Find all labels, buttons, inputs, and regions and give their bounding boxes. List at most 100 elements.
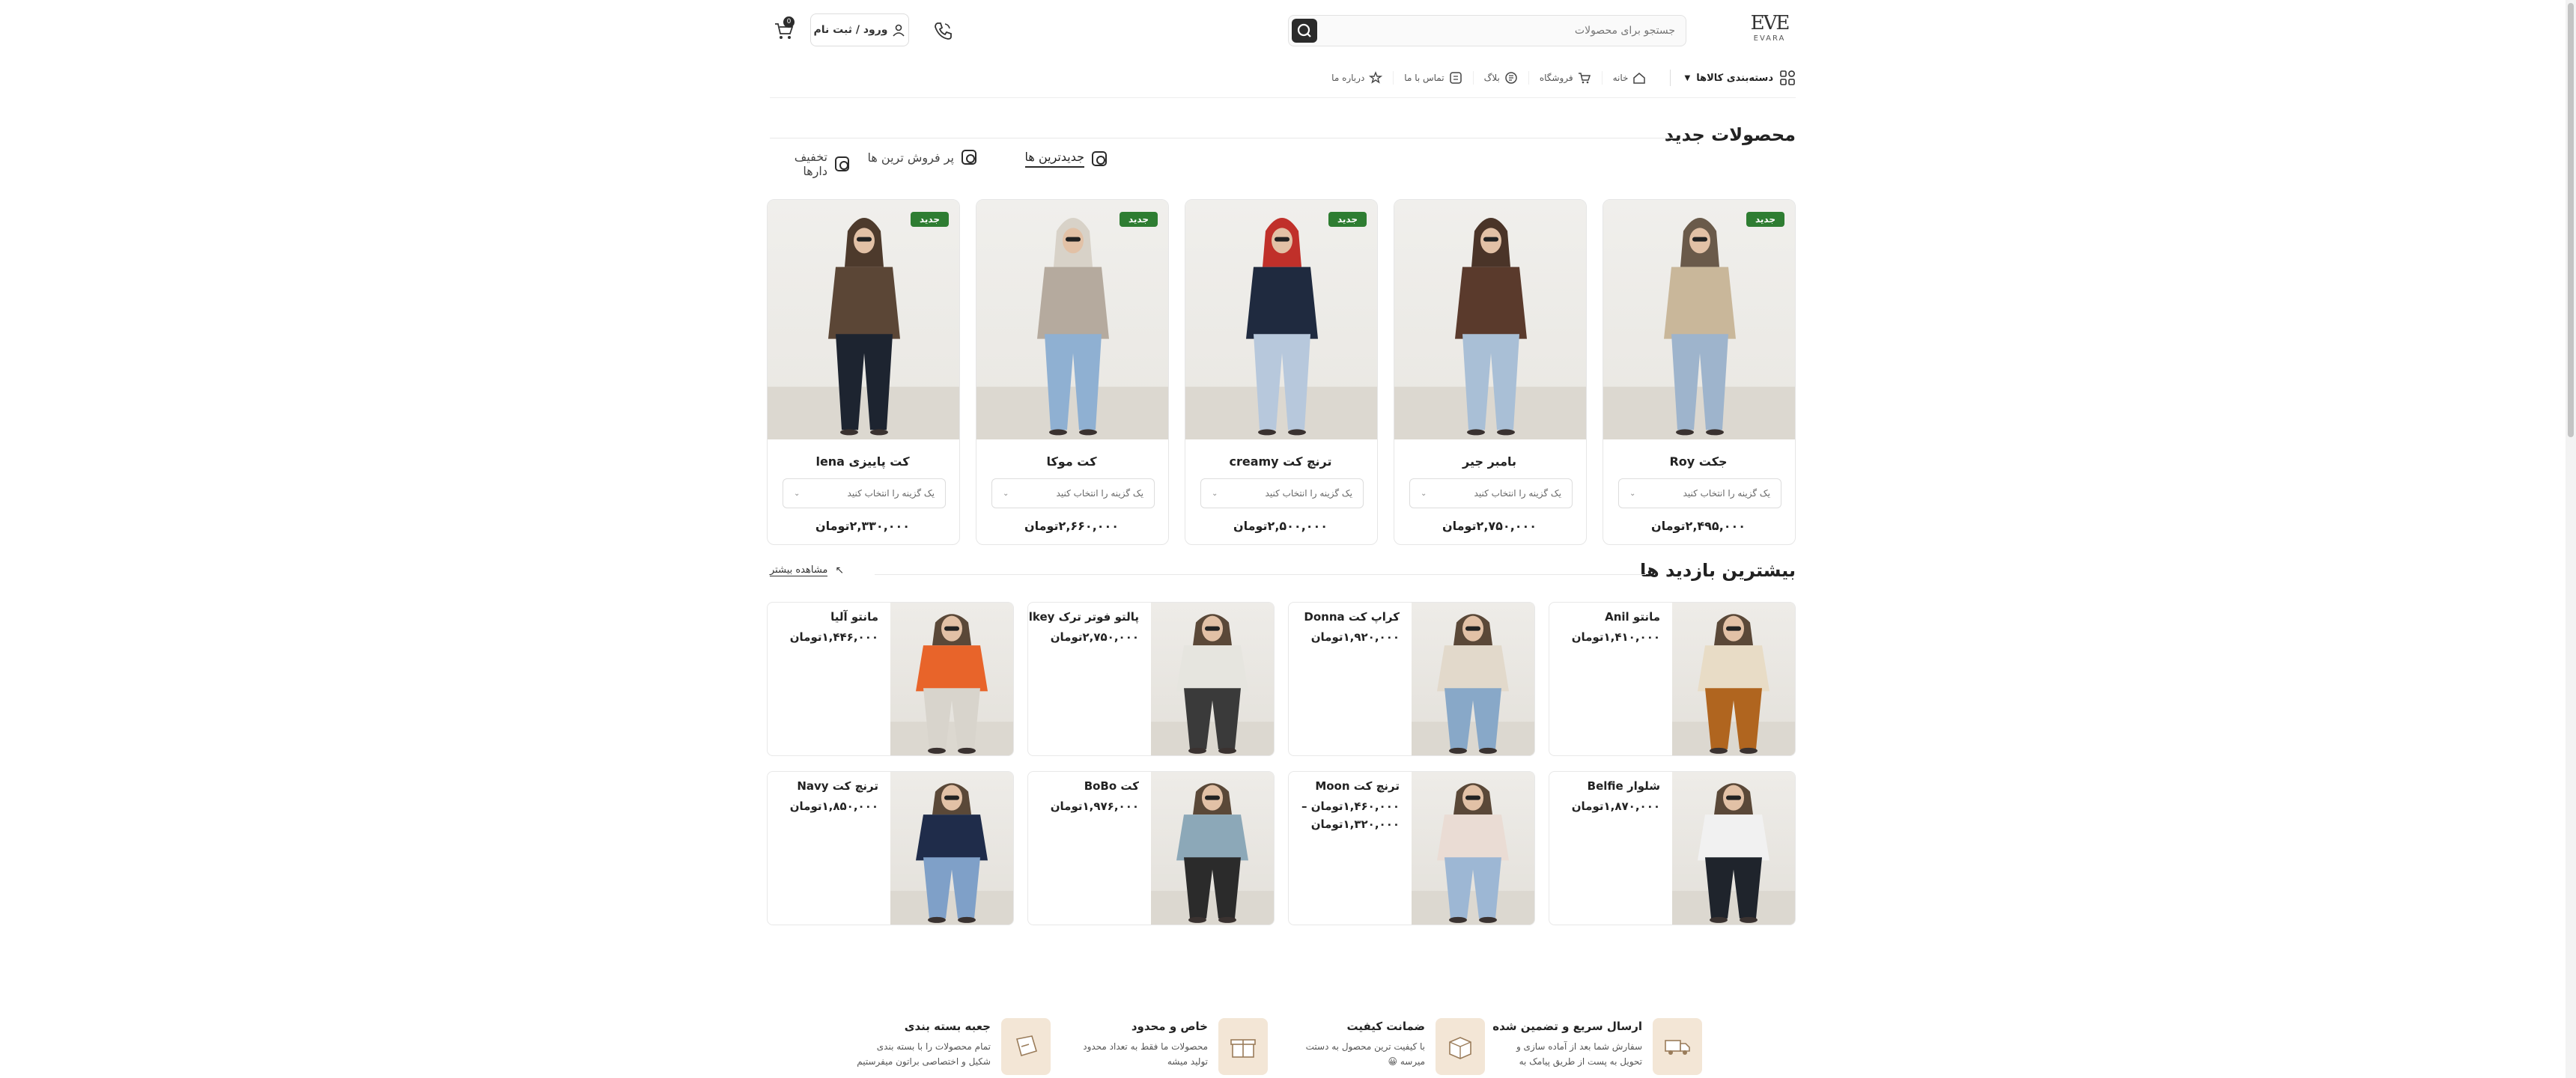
product-name[interactable]: جکت Roy — [1603, 454, 1795, 469]
product-name[interactable]: کت BoBo — [1084, 779, 1139, 793]
site-header: EVE EVARA ورود / ثبت نام 0 — [770, 9, 1796, 51]
product-card[interactable]: جدید کت پاییزی lena یک گزینه را انتخاب ک… — [767, 199, 960, 545]
product-image[interactable] — [1151, 772, 1274, 925]
product-price: ۱,۹۷۶,۰۰۰تومان — [1051, 797, 1139, 815]
variant-select[interactable]: یک گزینه را انتخاب کنید ⌄ — [1618, 478, 1781, 508]
new-badge: جدید — [1119, 212, 1158, 227]
product-name[interactable]: ترنچ کت Navy — [797, 779, 878, 793]
product-card[interactable]: بامبر جیر یک گزینه را انتخاب کنید ⌄ ۲,۷۵… — [1394, 199, 1587, 545]
product-image[interactable] — [976, 200, 1168, 439]
product-name[interactable]: کراپ کت Donna — [1304, 610, 1400, 624]
most-viewed-card[interactable]: کراپ کت Donna ۱,۹۲۰,۰۰۰تومان — [1288, 602, 1535, 756]
chevron-down-icon: ▼ — [1684, 73, 1691, 82]
product-image[interactable] — [1412, 603, 1534, 755]
product-price: ۲,۷۵۰,۰۰۰تومان — [1051, 628, 1139, 646]
chevron-down-icon: ⌄ — [794, 489, 801, 498]
new-badge: جدید — [1746, 212, 1784, 227]
product-name[interactable]: ترنچ کت creamy — [1185, 454, 1377, 469]
site-logo[interactable]: EVE EVARA — [1743, 12, 1796, 48]
product-image[interactable] — [1672, 603, 1795, 755]
product-card[interactable]: جدید جکت Roy یک گزینه را انتخاب کنید ⌄ ۲… — [1603, 199, 1796, 545]
nav-item-about[interactable]: درباره ما — [1321, 71, 1393, 85]
categories-menu[interactable]: دسته‌بندی کالاها ▼ — [1670, 70, 1796, 86]
variant-select[interactable]: یک گزینه را انتخاب کنید ⌄ — [991, 478, 1155, 508]
chevron-down-icon: ⌄ — [1003, 489, 1009, 498]
page-scrollbar[interactable] — [2566, 0, 2576, 1078]
tab-discounted[interactable]: تخفیف دارها — [770, 150, 849, 178]
nav-item-blog[interactable]: بلاگ — [1472, 71, 1528, 85]
nav-item-label: بلاگ — [1483, 73, 1500, 83]
product-image[interactable] — [1394, 200, 1586, 439]
most-viewed-card[interactable]: مانتو Anil ۱,۴۱۰,۰۰۰تومان — [1549, 602, 1796, 756]
most-viewed-card[interactable]: کت BoBo ۱,۹۷۶,۰۰۰تومان — [1027, 771, 1275, 925]
feature-icon-box — [1436, 1018, 1485, 1075]
product-name[interactable]: بامبر جیر — [1394, 454, 1586, 469]
chevron-down-icon: ⌄ — [1212, 489, 1218, 498]
search-icon — [1297, 23, 1311, 37]
chevron-down-icon: ⌄ — [1629, 489, 1636, 498]
new-products-title: محصولات جدید — [1664, 124, 1796, 145]
price-line: ۱,۹۷۶,۰۰۰تومان — [1050, 800, 1139, 813]
product-card[interactable]: جدید ترنچ کت creamy یک گزینه را انتخاب ک… — [1185, 199, 1378, 545]
feature-item: خاص و محدود محصولات ما فقط به تعداد محدو… — [1073, 1015, 1268, 1078]
variant-select[interactable]: یک گزینه را انتخاب کنید ⌄ — [783, 478, 946, 508]
product-name[interactable]: ترنچ کت Moon — [1315, 779, 1400, 793]
product-image[interactable] — [768, 200, 959, 439]
nav-item-contact[interactable]: تماس با ما — [1393, 71, 1472, 85]
variant-select[interactable]: یک گزینه را انتخاب کنید ⌄ — [1200, 478, 1364, 508]
cart-button[interactable]: 0 — [770, 16, 795, 42]
search-button[interactable] — [1292, 19, 1317, 43]
feature-desc: سفارش شما بعد از آماده سازی و تحویل به پ… — [1516, 1041, 1642, 1067]
product-name[interactable]: پالتو فوتر ترک Milkey — [1028, 610, 1139, 624]
nav-item-shop[interactable]: فروشگاه — [1528, 71, 1602, 85]
select-placeholder: یک گزینه را انتخاب کنید — [1056, 488, 1143, 499]
product-image[interactable] — [1185, 200, 1377, 439]
tab-bestsellers[interactable]: پر فروش ترین ها — [868, 150, 976, 165]
feature-icon-box — [1001, 1018, 1051, 1075]
home-icon — [1633, 73, 1646, 84]
product-price: ۱,۴۱۰,۰۰۰تومان — [1572, 628, 1660, 646]
logo-mark: EVE — [1750, 12, 1790, 34]
most-viewed-card[interactable]: پالتو فوتر ترک Milkey ۲,۷۵۰,۰۰۰تومان — [1027, 602, 1275, 756]
product-name[interactable]: مانتو Anil — [1605, 610, 1660, 624]
product-name[interactable]: کت پاییزی lena — [768, 454, 959, 469]
product-image[interactable] — [1151, 603, 1274, 755]
logo-text: EVARA — [1753, 34, 1786, 43]
newest-tab-icon — [1092, 151, 1107, 166]
product-name[interactable]: مانتو آلیا — [830, 610, 878, 624]
search-box — [1288, 15, 1686, 46]
product-price: ۲,۶۶۰,۰۰۰تومان — [1024, 519, 1120, 533]
view-more-link[interactable]: ↖ مشاهده بیشتر — [770, 564, 844, 576]
product-image[interactable] — [890, 603, 1013, 755]
login-button[interactable]: ورود / ثبت نام — [810, 13, 909, 46]
tab-newest[interactable]: جدیدترین ها — [1024, 150, 1107, 168]
nav-item-home[interactable]: خانه — [1601, 71, 1657, 85]
price-line: ۱,۴۱۰,۰۰۰تومان — [1571, 630, 1660, 644]
phone-button[interactable] — [932, 19, 954, 42]
product-name[interactable]: کت موکا — [976, 454, 1168, 469]
view-more-label: مشاهده بیشتر — [770, 564, 828, 576]
most-viewed-card[interactable]: مانتو آلیا ۱,۴۴۶,۰۰۰تومان — [767, 602, 1014, 756]
product-image[interactable] — [1412, 772, 1534, 925]
arrow-icon: ↖ — [835, 564, 845, 576]
main-nav: دسته‌بندی کالاها ▼ خانه فروشگاه بلاگ تما… — [770, 66, 1796, 90]
product-image[interactable] — [890, 772, 1013, 925]
product-tabs: جدیدترین ها پر فروش ترین ها تخفیف دارها — [770, 150, 1796, 178]
cart-count-badge: 0 — [783, 16, 795, 28]
search-input[interactable] — [1338, 16, 1675, 46]
most-viewed-card[interactable]: شلوار Belfie ۱,۸۷۰,۰۰۰تومان — [1549, 771, 1796, 925]
product-price: ۱,۴۶۰,۰۰۰تومان – ۱,۳۲۰,۰۰۰تومان — [1301, 797, 1400, 833]
most-viewed-card[interactable]: ترنچ کت Moon ۱,۴۶۰,۰۰۰تومان – ۱,۳۲۰,۰۰۰ت… — [1288, 771, 1535, 925]
cart-icon — [1578, 73, 1591, 84]
product-price: ۱,۴۴۶,۰۰۰تومان — [790, 628, 878, 646]
scrollbar-thumb[interactable] — [2568, 3, 2574, 437]
product-name[interactable]: شلوار Belfie — [1588, 779, 1660, 793]
product-image[interactable] — [1672, 772, 1795, 925]
select-placeholder: یک گزینه را انتخاب کنید — [847, 488, 935, 499]
variant-select[interactable]: یک گزینه را انتخاب کنید ⌄ — [1409, 478, 1573, 508]
product-image[interactable] — [1603, 200, 1795, 439]
star-icon — [1369, 71, 1383, 84]
product-card[interactable]: جدید کت موکا یک گزینه را انتخاب کنید ⌄ ۲… — [976, 199, 1169, 545]
most-viewed-card[interactable]: ترنچ کت Navy ۱,۸۵۰,۰۰۰تومان — [767, 771, 1014, 925]
product-price: ۲,۵۰۰,۰۰۰تومان — [1233, 519, 1328, 533]
